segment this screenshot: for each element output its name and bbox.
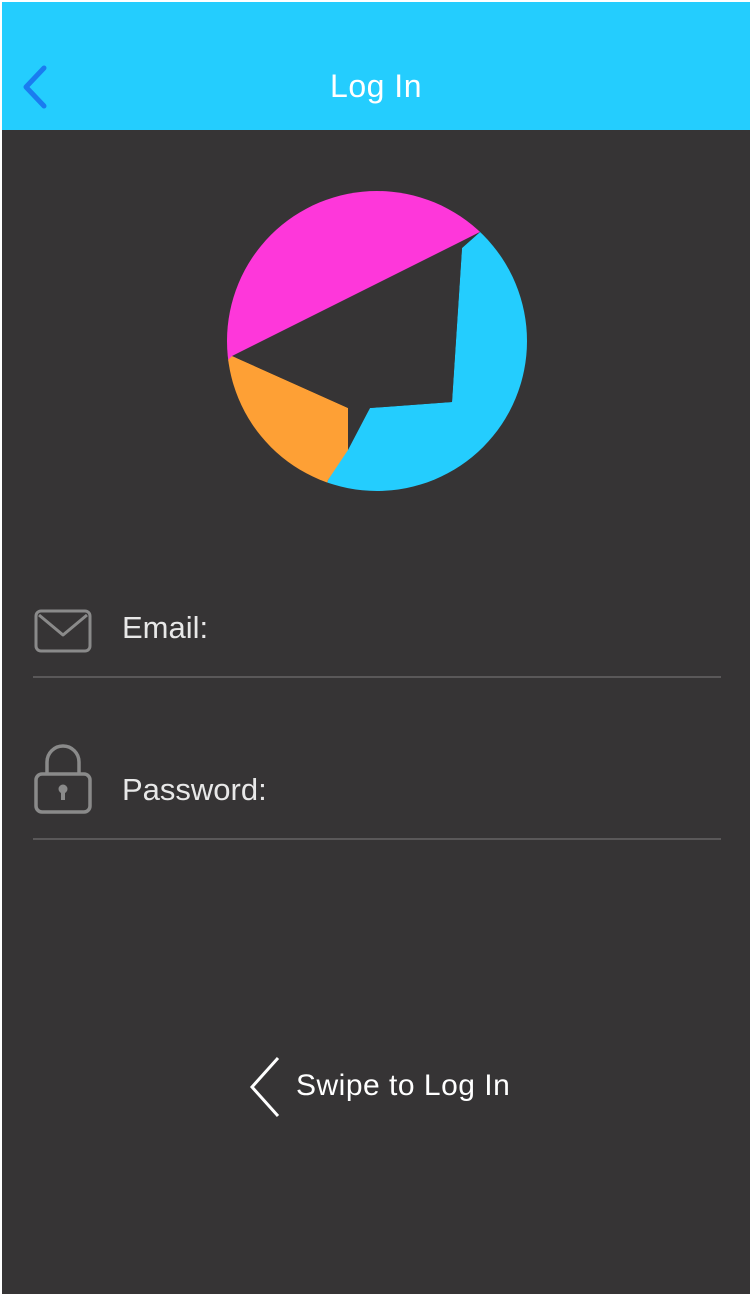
password-underline [33,838,721,840]
email-field[interactable]: Email: [33,598,721,678]
password-label: Password: [122,772,267,807]
page-title: Log In [330,68,422,104]
app-logo [224,188,530,494]
padlock-icon [33,744,93,816]
chevron-left-icon [246,1054,286,1120]
swipe-label: Swipe to Log In [296,1069,511,1102]
swipe-to-login[interactable]: Swipe to Log In [246,1054,546,1124]
navigation-bar: Log In [2,2,750,130]
email-label: Email: [122,610,209,645]
login-screen: Log In Email: Password: Swipe to Log In [2,2,750,1294]
password-field[interactable]: Password: [33,744,721,840]
envelope-icon [33,602,93,662]
paper-plane-logo-icon [227,191,527,491]
email-underline [33,676,721,678]
